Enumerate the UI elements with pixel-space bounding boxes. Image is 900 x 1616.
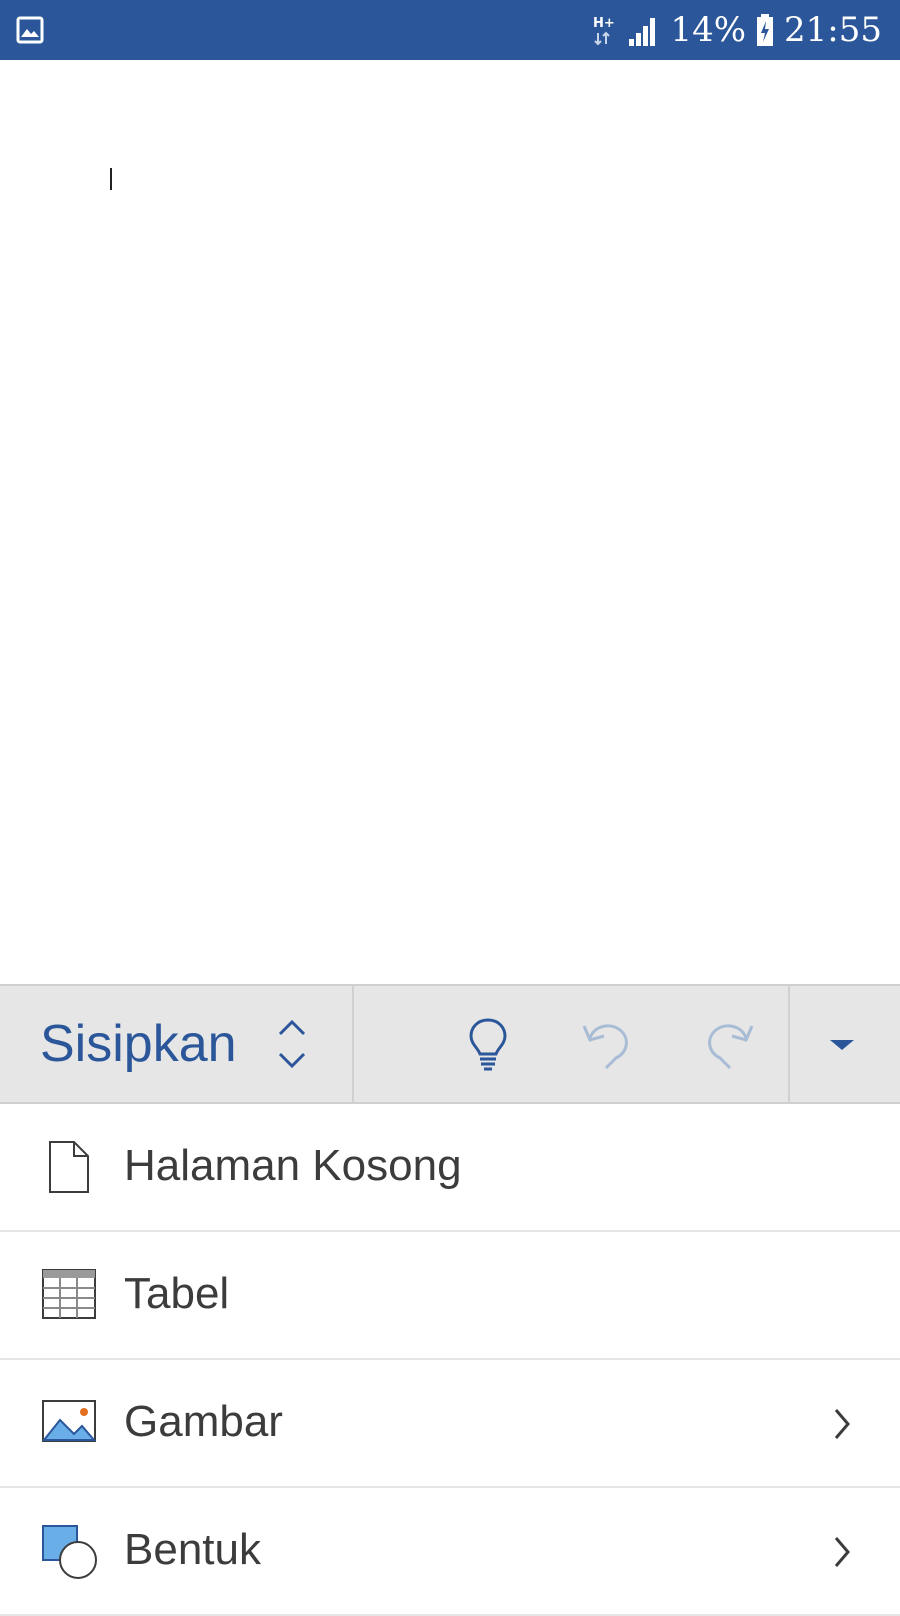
gallery-icon: [16, 16, 44, 44]
battery-charging-icon: [757, 14, 774, 46]
shapes-icon: [42, 1525, 97, 1579]
chevron-right-icon: [834, 1537, 850, 1567]
clock: 21:55: [784, 10, 882, 50]
menu-item-label: Tabel: [124, 1269, 230, 1318]
ribbon-tab-label: Sisipkan: [40, 1015, 237, 1073]
ribbon-tab-selector[interactable]: Sisipkan: [0, 986, 354, 1102]
signal-icon: [629, 18, 656, 46]
menu-item-blank-page[interactable]: Halaman Kosong: [0, 1104, 900, 1232]
document-canvas[interactable]: [0, 60, 900, 984]
lightbulb-icon[interactable]: [458, 1014, 518, 1074]
chevron-right-icon: [834, 1409, 850, 1439]
ribbon-divider: [788, 986, 790, 1102]
text-cursor: [110, 168, 112, 190]
status-bar: H+ 14% 21:55: [0, 0, 900, 60]
undo-icon[interactable]: [578, 1014, 638, 1074]
network-hplus-icon: H+: [593, 16, 615, 46]
insert-menu: Halaman Kosong Tabel Gambar Bentuk: [0, 1104, 900, 1616]
table-icon: [42, 1269, 96, 1319]
menu-item-picture[interactable]: Gambar: [0, 1360, 900, 1488]
tab-switcher-icon[interactable]: [272, 1016, 312, 1072]
dropdown-icon[interactable]: [812, 1014, 872, 1074]
menu-item-label: Gambar: [124, 1397, 283, 1446]
status-icons: H+ 14% 21:55: [592, 8, 882, 52]
svg-text:H+: H+: [593, 16, 615, 31]
picture-icon: [41, 1400, 97, 1442]
ribbon-toolbar: Sisipkan: [0, 984, 900, 1104]
battery-percent: 14%: [670, 10, 747, 50]
menu-item-table[interactable]: Tabel: [0, 1232, 900, 1360]
menu-item-label: Bentuk: [124, 1525, 261, 1574]
menu-item-shapes[interactable]: Bentuk: [0, 1488, 900, 1616]
blank-page-icon: [49, 1141, 89, 1193]
menu-item-label: Halaman Kosong: [124, 1141, 462, 1190]
redo-icon[interactable]: [698, 1014, 758, 1074]
